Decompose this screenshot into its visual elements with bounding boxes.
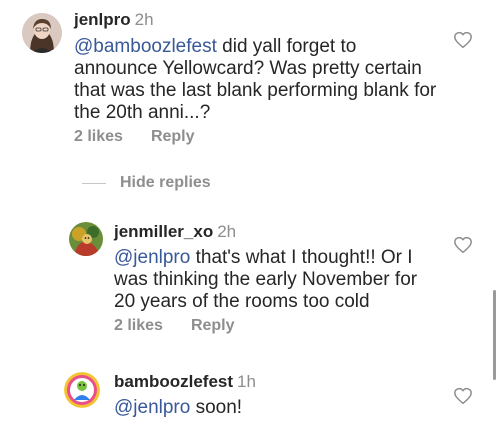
heart-outline-icon[interactable] [453, 31, 473, 49]
avatar[interactable] [69, 222, 103, 256]
profile-photo-logo-icon [64, 372, 100, 408]
mention-link[interactable]: @jenlpro [114, 247, 190, 268]
mention-link[interactable]: @bamboozlefest [74, 36, 217, 57]
comment-text: @jenlpro that's what I thought!! Or I wa… [114, 247, 444, 313]
profile-photo-woman-icon [22, 13, 62, 53]
comment-text-line: was thinking the early November for [114, 269, 418, 290]
hide-replies-label: Hide replies [120, 174, 211, 191]
comment-text-line: the 20th anni...? [74, 102, 211, 123]
username[interactable]: bamboozlefest [114, 372, 233, 391]
timestamp: 2h [217, 222, 237, 241]
likes-count[interactable]: 2 likes [74, 128, 123, 145]
reply-button[interactable]: Reply [151, 128, 195, 145]
hide-replies-button[interactable]: Hide replies [82, 174, 211, 192]
comment-text-line: announce Yellowcard? Was pretty certain [74, 58, 422, 79]
comment-text-line: that was the last blank performing blank… [74, 80, 437, 101]
username[interactable]: jenlpro [74, 10, 131, 29]
heart-outline-icon[interactable] [453, 236, 473, 254]
comment-text-line: that's what I thought!! Or I [190, 247, 413, 268]
comment-text-line: 20 years of the rooms too cold [114, 291, 370, 312]
comment-text: @jenlpro soon! [114, 397, 444, 419]
avatar[interactable] [64, 372, 100, 408]
heart-outline-icon[interactable] [453, 387, 473, 405]
username[interactable]: jenmiller_xo [114, 222, 213, 241]
avatar[interactable] [22, 13, 62, 53]
timestamp: 2h [134, 10, 154, 29]
profile-photo-cartoon-icon [69, 222, 103, 256]
comment-text-line: soon! [190, 397, 243, 418]
mention-link[interactable]: @jenlpro [114, 397, 190, 418]
comment-text: @bamboozlefest did yall forget to announ… [74, 36, 474, 124]
comment-text-line: did yall forget to [216, 36, 357, 57]
timestamp: 1h [237, 372, 256, 391]
likes-count[interactable]: 2 likes [114, 317, 163, 334]
divider [82, 182, 106, 184]
reply-button[interactable]: Reply [191, 317, 235, 334]
scrollbar[interactable] [493, 290, 496, 380]
